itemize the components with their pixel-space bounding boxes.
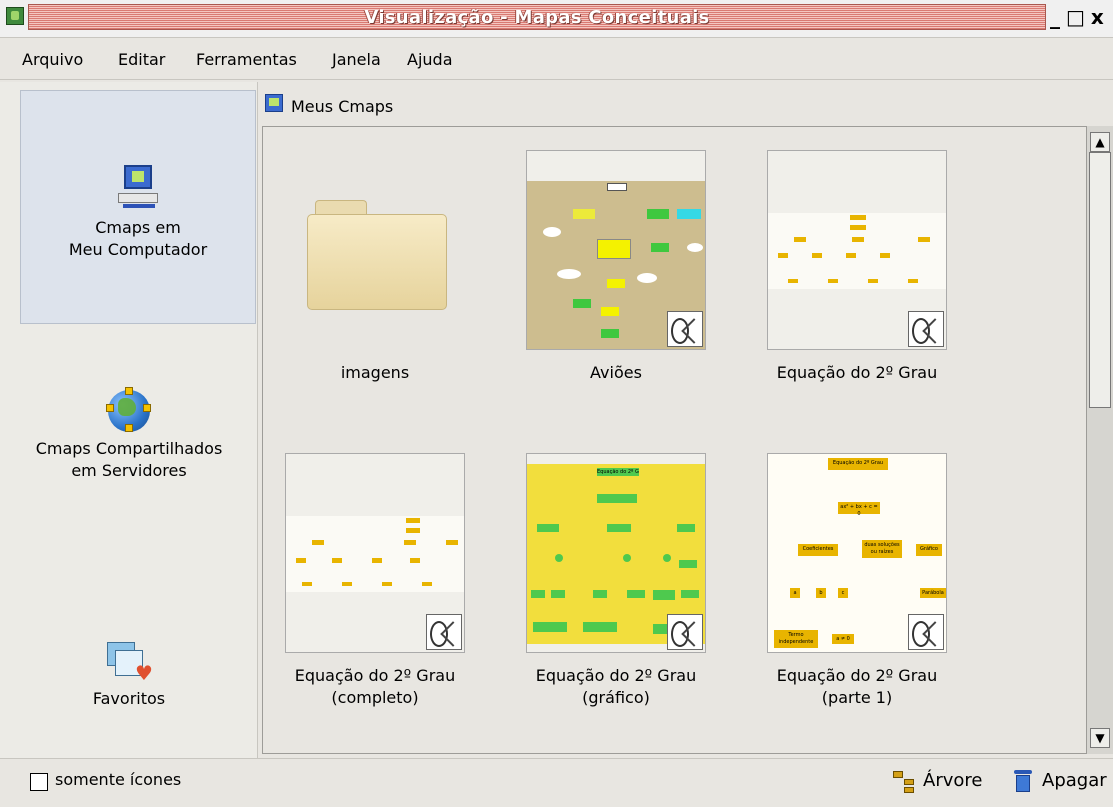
thumb-coef-text: Coeficientes (798, 544, 838, 556)
app-icon[interactable] (6, 7, 24, 25)
menu-bar: Arquivo Editar Ferramentas Janela Ajuda (0, 40, 1113, 80)
title-strip[interactable]: Visualização - Mapas Conceituais (28, 4, 1046, 30)
delete-label: Apagar (1042, 770, 1107, 791)
thumb-a-text: a (790, 588, 800, 598)
thumb-a0-text: a ≠ 0 (832, 634, 854, 644)
thumb-b-text: b (816, 588, 826, 598)
maximize-button[interactable]: □ (1066, 5, 1085, 29)
minimize-button[interactable]: _ (1050, 5, 1060, 29)
sidebar-item-label: Meu Computador (68, 240, 208, 259)
cmap-badge-icon (908, 614, 944, 650)
cmap-badge-icon (667, 311, 703, 347)
item-caption: Aviões (516, 362, 716, 384)
title-bar[interactable]: Visualização - Mapas Conceituais _ □ x (0, 0, 1113, 38)
cmap-thumbnail (285, 453, 465, 653)
cmap-thumbnail: Equação do 2º Grau ax² + bx + c = 0 Coef… (767, 453, 947, 653)
item-caption-line2: (gráfico) (582, 688, 650, 707)
item-caption-line1: Equação do 2º Grau (776, 363, 938, 382)
close-button[interactable]: x (1091, 5, 1104, 29)
cmap-item-equacao-completo[interactable]: Equação do 2º Grau (completo) (275, 453, 475, 709)
cmap-thumbnail: Equação do 2º Grau (526, 453, 706, 653)
tree-view-label: Árvore (923, 770, 983, 791)
icons-only-label[interactable]: somente ícones (55, 770, 181, 789)
sidebar-item-label: em Servidores (71, 461, 187, 480)
sidebar-item-label: Cmaps Compartilhados (35, 439, 223, 458)
cmap-item-equacao-parte1[interactable]: Equação do 2º Grau ax² + bx + c = 0 Coef… (757, 453, 957, 709)
sidebar-item-label: Cmaps em (95, 218, 181, 237)
menu-ferramentas[interactable]: Ferramentas (196, 50, 297, 69)
icons-only-checkbox[interactable] (30, 773, 48, 791)
cmap-item-imagens[interactable]: imagens (275, 150, 475, 384)
menu-editar[interactable]: Editar (118, 50, 165, 69)
item-caption-line1: Equação do 2º Grau (294, 666, 456, 685)
computer-icon (118, 165, 158, 211)
favorites-icon: ♥ (107, 642, 153, 684)
item-caption-line2: (completo) (331, 688, 419, 707)
globe-icon (106, 387, 151, 432)
sidebar: Cmaps em Meu Computador Cmaps Compartilh… (0, 82, 258, 760)
cmap-thumbnail (767, 150, 947, 350)
scroll-down-button[interactable]: ▼ (1090, 728, 1110, 748)
cmap-item-equacao[interactable]: Equação do 2º Grau (757, 150, 957, 384)
cmap-grid: imagens Aviões Equação do 2º Grau Equaçã… (262, 126, 1086, 754)
cmaps-folder-icon (265, 94, 283, 112)
cmap-item-avioes[interactable]: Aviões (516, 150, 716, 384)
scroll-up-button[interactable]: ▲ (1090, 132, 1110, 152)
sidebar-item-label: Favoritos (92, 689, 166, 708)
thumb-termo-text: Termo independente (774, 630, 818, 648)
folder-icon (285, 150, 465, 350)
window-controls: _ □ x (1050, 5, 1110, 29)
item-caption: imagens (275, 362, 475, 384)
item-caption-line1: Equação do 2º Grau (776, 666, 938, 685)
item-caption-line1: imagens (340, 363, 410, 382)
item-caption-line1: Equação do 2º Grau (535, 666, 697, 685)
item-caption-line2: (parte 1) (821, 688, 893, 707)
thumb-sol-text: duas soluções ou raízes (862, 540, 902, 558)
cmap-thumbnail (526, 150, 706, 350)
cmap-badge-icon (667, 614, 703, 650)
item-caption: Equação do 2º Grau (parte 1) (757, 665, 957, 709)
item-caption: Equação do 2º Grau (757, 362, 957, 384)
menu-arquivo[interactable]: Arquivo (22, 50, 83, 69)
scroll-thumb[interactable] (1089, 152, 1111, 408)
thumb-title-text: Equação do 2º Grau (828, 458, 888, 470)
cmap-badge-icon (426, 614, 462, 650)
sidebar-item-servidores[interactable]: Cmaps Compartilhados em Servidores (0, 387, 258, 500)
item-caption-line1: Aviões (590, 363, 642, 382)
window-title: Visualização - Mapas Conceituais (364, 7, 710, 28)
thumb-equation-text: ax² + bx + c = 0 (838, 502, 880, 517)
sidebar-item-favoritos[interactable]: ♥ Favoritos (0, 642, 258, 722)
thumb-parab-text: Parábola (920, 588, 946, 598)
menu-ajuda[interactable]: Ajuda (407, 50, 453, 69)
tree-icon (893, 771, 915, 793)
item-caption: Equação do 2º Grau (gráfico) (516, 665, 716, 709)
vertical-scrollbar[interactable]: ▲ ▼ (1086, 126, 1113, 754)
sidebar-item-meu-computador[interactable]: Cmaps em Meu Computador (20, 90, 256, 324)
trash-icon (1014, 770, 1032, 792)
thumb-graf-text: Gráfico (916, 544, 942, 556)
breadcrumb: Meus Cmaps (260, 91, 1113, 123)
menu-janela[interactable]: Janela (332, 50, 381, 69)
content-title: Meus Cmaps (291, 97, 394, 116)
thumb-c-text: c (838, 588, 848, 598)
cmap-badge-icon (908, 311, 944, 347)
bottom-bar: somente ícones Árvore Apagar (0, 758, 1113, 807)
app-window: Visualização - Mapas Conceituais _ □ x Arq… (0, 0, 1113, 807)
item-caption: Equação do 2º Grau (completo) (275, 665, 475, 709)
thumb-title-text: Equação do 2º Grau (597, 468, 639, 476)
cmap-item-equacao-grafico[interactable]: Equação do 2º Grau (516, 453, 716, 709)
